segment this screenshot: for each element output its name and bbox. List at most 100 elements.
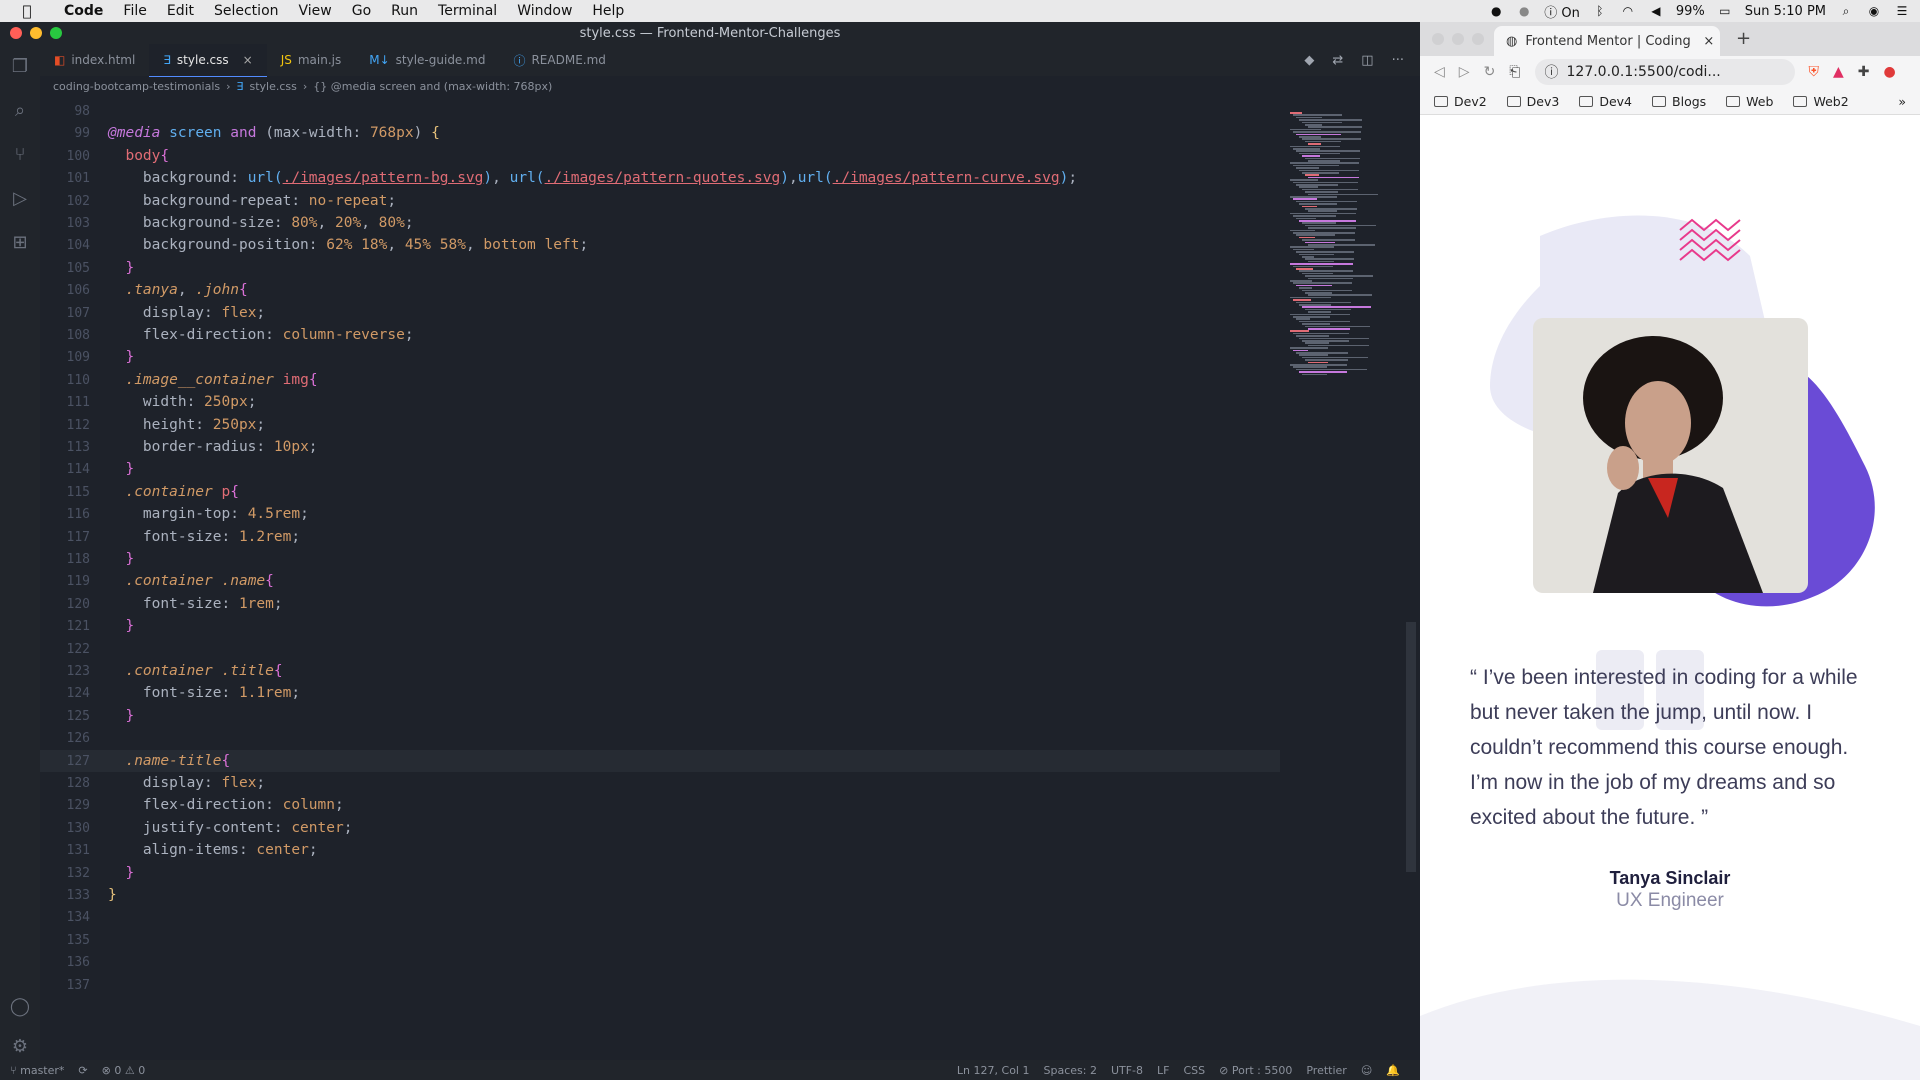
close-icon[interactable]: × bbox=[243, 53, 253, 67]
close-window-button[interactable] bbox=[1432, 33, 1444, 45]
more-actions-icon[interactable]: ··· bbox=[1392, 53, 1404, 68]
bluetooth-icon[interactable]: ᛒ bbox=[1592, 4, 1608, 18]
code-line[interactable]: 134 bbox=[40, 906, 1280, 928]
code-line[interactable]: 113 border-radius: 10px; bbox=[40, 436, 1280, 458]
code-line[interactable]: 122 bbox=[40, 638, 1280, 660]
code-line[interactable]: 125 } bbox=[40, 705, 1280, 727]
code-line[interactable]: 107 display: flex; bbox=[40, 302, 1280, 324]
address-bar[interactable]: ⓘ 127.0.0.1:5500/codi... bbox=[1534, 59, 1795, 85]
siri-icon[interactable]: ◉ bbox=[1866, 4, 1882, 18]
code-line[interactable]: 136 bbox=[40, 951, 1280, 973]
vpn-status[interactable]: ⓘ On bbox=[1544, 2, 1580, 21]
code-line[interactable]: 110 .image__container img{ bbox=[40, 369, 1280, 391]
shield-icon[interactable]: ● bbox=[1488, 4, 1504, 18]
git-branch[interactable]: ⑂ master* bbox=[10, 1064, 64, 1077]
live-server-port[interactable]: ⊘ Port : 5500 bbox=[1219, 1064, 1292, 1077]
code-line[interactable]: 121 } bbox=[40, 615, 1280, 637]
zoom-window-button[interactable] bbox=[50, 27, 62, 39]
end-of-line[interactable]: LF bbox=[1157, 1064, 1169, 1077]
tab-index-html[interactable]: ◧ index.html bbox=[40, 44, 149, 76]
code-line[interactable]: 115 .container p{ bbox=[40, 481, 1280, 503]
language-mode[interactable]: CSS bbox=[1183, 1064, 1205, 1077]
menu-file[interactable]: File bbox=[113, 3, 156, 19]
menu-terminal[interactable]: Terminal bbox=[428, 3, 507, 19]
code-line[interactable]: 102 background-repeat: no-repeat; bbox=[40, 190, 1280, 212]
split-editor-icon[interactable]: ◫ bbox=[1361, 53, 1373, 68]
search-icon[interactable]: ⌕ bbox=[0, 88, 40, 132]
compare-icon[interactable]: ⇄ bbox=[1332, 53, 1343, 68]
explorer-icon[interactable]: ❐ bbox=[0, 44, 40, 88]
apple-icon[interactable]:  bbox=[0, 2, 54, 20]
close-icon[interactable]: × bbox=[1703, 34, 1714, 49]
profile-icon[interactable]: ● bbox=[1884, 64, 1896, 80]
code-line[interactable]: 128 display: flex; bbox=[40, 772, 1280, 794]
code-line[interactable]: 105 } bbox=[40, 257, 1280, 279]
circle-icon[interactable]: ● bbox=[1516, 4, 1532, 18]
prettier-status[interactable]: Prettier bbox=[1306, 1064, 1346, 1077]
bookmark-dev3[interactable]: Dev3 bbox=[1506, 94, 1559, 109]
wifi-icon[interactable]: ◠ bbox=[1620, 4, 1636, 18]
clock[interactable]: Sun 5:10 PM bbox=[1745, 4, 1826, 19]
brave-shield-icon[interactable]: ⛨ bbox=[1809, 64, 1820, 80]
code-line[interactable]: 112 height: 250px; bbox=[40, 414, 1280, 436]
code-line[interactable]: 135 bbox=[40, 929, 1280, 951]
extensions-icon[interactable]: ⊞ bbox=[0, 220, 40, 264]
code-line[interactable]: 109 } bbox=[40, 346, 1280, 368]
code-line[interactable]: 132 } bbox=[40, 862, 1280, 884]
cursor-position[interactable]: Ln 127, Col 1 bbox=[957, 1064, 1030, 1077]
breadcrumb-folder[interactable]: coding-bootcamp-testimonials bbox=[53, 80, 220, 93]
problems-count[interactable]: ⊗ 0 ⚠ 0 bbox=[102, 1064, 146, 1077]
close-window-button[interactable] bbox=[10, 27, 22, 39]
code-line[interactable]: 133} bbox=[40, 884, 1280, 906]
code-line[interactable]: 103 background-size: 80%, 20%, 80%; bbox=[40, 212, 1280, 234]
run-debug-icon[interactable]: ▷ bbox=[0, 176, 40, 220]
code-line[interactable]: 137 bbox=[40, 974, 1280, 996]
menu-selection[interactable]: Selection bbox=[204, 3, 289, 19]
minimap[interactable] bbox=[1290, 112, 1410, 382]
code-line[interactable]: 123 .container .title{ bbox=[40, 660, 1280, 682]
breadcrumb-file[interactable]: style.css bbox=[250, 80, 297, 93]
code-line[interactable]: 98 bbox=[40, 100, 1280, 122]
search-icon[interactable]: ⌕ bbox=[1838, 4, 1854, 18]
bookmark-icon[interactable]: ⎗ bbox=[1509, 64, 1520, 80]
menu-window[interactable]: Window bbox=[507, 3, 582, 19]
tab-style-guide-md[interactable]: M↓ style-guide.md bbox=[355, 44, 499, 76]
code-line[interactable]: 129 flex-direction: column; bbox=[40, 794, 1280, 816]
menu-app[interactable]: Code bbox=[54, 3, 113, 19]
tab-style-css[interactable]: ∃ style.css × bbox=[149, 43, 267, 77]
code-line[interactable]: 118 } bbox=[40, 548, 1280, 570]
tab-readme-md[interactable]: ⓘ README.md bbox=[499, 44, 619, 76]
menu-go[interactable]: Go bbox=[342, 3, 381, 19]
code-line[interactable]: 127 .name-title{ bbox=[40, 749, 1280, 772]
info-icon[interactable]: ⓘ bbox=[1545, 62, 1559, 82]
bell-icon[interactable]: 🔔 bbox=[1386, 1064, 1400, 1077]
code-line[interactable]: 126 bbox=[40, 727, 1280, 749]
control-center-icon[interactable]: ☰ bbox=[1894, 4, 1910, 18]
menu-view[interactable]: View bbox=[289, 3, 342, 19]
code-line[interactable]: 108 flex-direction: column-reverse; bbox=[40, 324, 1280, 346]
bookmark-web2[interactable]: Web2 bbox=[1793, 94, 1849, 109]
source-control-icon[interactable]: ⑂ bbox=[0, 132, 40, 176]
menu-edit[interactable]: Edit bbox=[157, 3, 204, 19]
code-line[interactable]: 104 background-position: 62% 18%, 45% 58… bbox=[40, 234, 1280, 256]
browser-tab[interactable]: ◍ Frontend Mentor | Coding Bootc × bbox=[1494, 26, 1720, 56]
more-bookmarks-icon[interactable]: » bbox=[1898, 94, 1906, 109]
back-icon[interactable]: ◁ bbox=[1434, 64, 1445, 80]
bookmark-web[interactable]: Web bbox=[1726, 94, 1773, 109]
code-line[interactable]: 106 .tanya, .john{ bbox=[40, 279, 1280, 301]
breadcrumb-symbol[interactable]: {} @media screen and (max-width: 768px) bbox=[313, 80, 552, 93]
code-line[interactable]: 114 } bbox=[40, 458, 1280, 480]
code-line[interactable]: 111 width: 250px; bbox=[40, 391, 1280, 413]
new-tab-icon[interactable]: + bbox=[1736, 28, 1751, 49]
code-line[interactable]: 116 margin-top: 4.5rem; bbox=[40, 503, 1280, 525]
reload-icon[interactable]: ↻ bbox=[1484, 64, 1496, 80]
brave-rewards-icon[interactable]: ▲ bbox=[1833, 64, 1844, 80]
forward-icon[interactable]: ▷ bbox=[1459, 64, 1470, 80]
code-line[interactable]: 130 justify-content: center; bbox=[40, 817, 1280, 839]
minimize-window-button[interactable] bbox=[30, 27, 42, 39]
go-live-icon[interactable]: ◆ bbox=[1304, 53, 1314, 68]
bookmark-blogs[interactable]: Blogs bbox=[1652, 94, 1706, 109]
indentation[interactable]: Spaces: 2 bbox=[1043, 1064, 1096, 1077]
account-icon[interactable]: ◯ bbox=[0, 984, 40, 1028]
zoom-window-button[interactable] bbox=[1472, 33, 1484, 45]
